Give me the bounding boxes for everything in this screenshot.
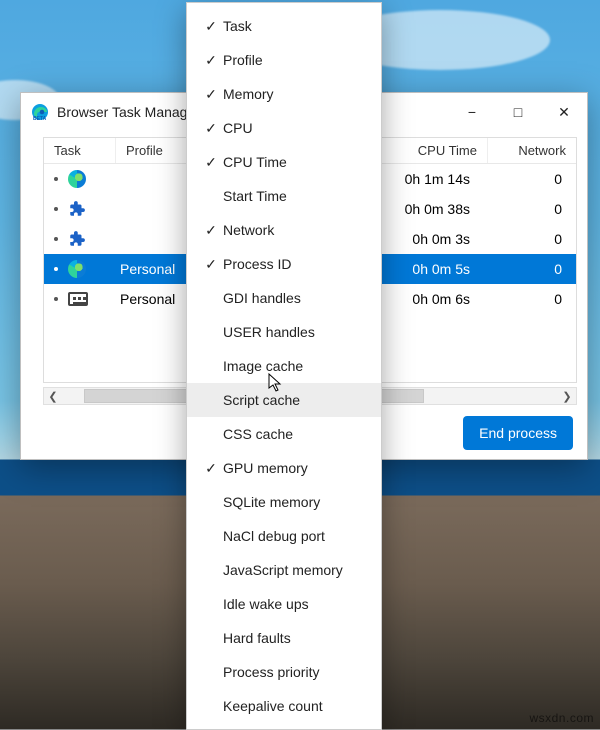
menu-item-label: Idle wake ups	[223, 596, 381, 612]
scroll-right-button[interactable]: ❯	[558, 388, 576, 404]
menu-item-label: Memory	[223, 86, 381, 102]
cell-network: 0	[488, 231, 576, 247]
check-icon: ✓	[199, 120, 223, 137]
menu-item[interactable]: ✓Memory	[187, 77, 381, 111]
window-title: Browser Task Manager	[57, 104, 200, 120]
cell-network: 0	[488, 201, 576, 217]
cell-network: 0	[488, 171, 576, 187]
menu-item-label: JavaScript memory	[223, 562, 381, 578]
menu-item-label: Network	[223, 222, 381, 238]
check-icon: ✓	[199, 18, 223, 35]
menu-item[interactable]: ✓GPU memory	[187, 451, 381, 485]
extension-icon	[68, 200, 86, 218]
bullet-icon	[54, 207, 58, 211]
menu-item[interactable]: ✓CPU	[187, 111, 381, 145]
menu-item-label: Process ID	[223, 256, 381, 272]
menu-item-label: Script cache	[223, 392, 381, 408]
cell-network: 0	[488, 261, 576, 277]
menu-item[interactable]: ✓Process ID	[187, 247, 381, 281]
menu-item[interactable]: Process priority	[187, 655, 381, 689]
menu-item-label: CPU	[223, 120, 381, 136]
cell-task	[44, 200, 116, 218]
menu-item[interactable]: Keepalive count	[187, 689, 381, 723]
menu-item[interactable]: CSS cache	[187, 417, 381, 451]
edge-icon	[68, 170, 86, 188]
bullet-icon	[54, 267, 58, 271]
cell-task	[44, 170, 116, 188]
menu-item-label: CSS cache	[223, 426, 381, 442]
menu-item[interactable]: Image cache	[187, 349, 381, 383]
cell-network: 0	[488, 291, 576, 307]
menu-item-label: GPU memory	[223, 460, 381, 476]
menu-item[interactable]: NaCl debug port	[187, 519, 381, 553]
menu-item-label: Keepalive count	[223, 698, 381, 714]
menu-item-label: Process priority	[223, 664, 381, 680]
menu-item-label: CPU Time	[223, 154, 381, 170]
keyboard-icon	[68, 292, 88, 306]
menu-item-label: NaCl debug port	[223, 528, 381, 544]
watermark: wsxdn.com	[529, 711, 594, 725]
maximize-button[interactable]: □	[495, 96, 541, 128]
menu-item-label: Image cache	[223, 358, 381, 374]
menu-item-label: SQLite memory	[223, 494, 381, 510]
menu-item[interactable]: ✓CPU Time	[187, 145, 381, 179]
column-context-menu: ✓Task✓Profile✓Memory✓CPU✓CPU TimeStart T…	[186, 2, 382, 730]
menu-item-label: USER handles	[223, 324, 381, 340]
bullet-icon	[54, 237, 58, 241]
menu-item-label: Task	[223, 18, 381, 34]
menu-item[interactable]: GDI handles	[187, 281, 381, 315]
menu-item[interactable]: Idle wake ups	[187, 587, 381, 621]
check-icon: ✓	[199, 52, 223, 69]
menu-item-label: Hard faults	[223, 630, 381, 646]
menu-item[interactable]: ✓Profile	[187, 43, 381, 77]
bullet-icon	[54, 297, 58, 301]
menu-item-label: GDI handles	[223, 290, 381, 306]
menu-item-label: Profile	[223, 52, 381, 68]
menu-item[interactable]: ✓Network	[187, 213, 381, 247]
menu-item[interactable]: JavaScript memory	[187, 553, 381, 587]
menu-item-label: Start Time	[223, 188, 381, 204]
menu-item[interactable]: Hard faults	[187, 621, 381, 655]
menu-item[interactable]: Script cache	[187, 383, 381, 417]
menu-item[interactable]: USER handles	[187, 315, 381, 349]
extension-icon	[68, 230, 86, 248]
col-header-network[interactable]: Network	[488, 138, 576, 163]
check-icon: ✓	[199, 86, 223, 103]
menu-item[interactable]: ✓Task	[187, 9, 381, 43]
cell-task	[44, 292, 116, 306]
check-icon: ✓	[199, 460, 223, 477]
check-icon: ✓	[199, 256, 223, 273]
col-header-task[interactable]: Task	[44, 138, 116, 163]
edge-beta-icon: BETA	[31, 103, 49, 121]
end-process-button[interactable]: End process	[463, 416, 573, 450]
check-icon: ✓	[199, 154, 223, 171]
menu-item[interactable]: SQLite memory	[187, 485, 381, 519]
minimize-button[interactable]: −	[449, 96, 495, 128]
close-button[interactable]: ✕	[541, 96, 587, 128]
check-icon: ✓	[199, 222, 223, 239]
scroll-left-button[interactable]: ❮	[44, 388, 62, 404]
svg-text:BETA: BETA	[33, 116, 47, 121]
bullet-icon	[54, 177, 58, 181]
edge-icon	[68, 260, 86, 278]
cell-task	[44, 260, 116, 278]
menu-item[interactable]: Start Time	[187, 179, 381, 213]
cell-task	[44, 230, 116, 248]
